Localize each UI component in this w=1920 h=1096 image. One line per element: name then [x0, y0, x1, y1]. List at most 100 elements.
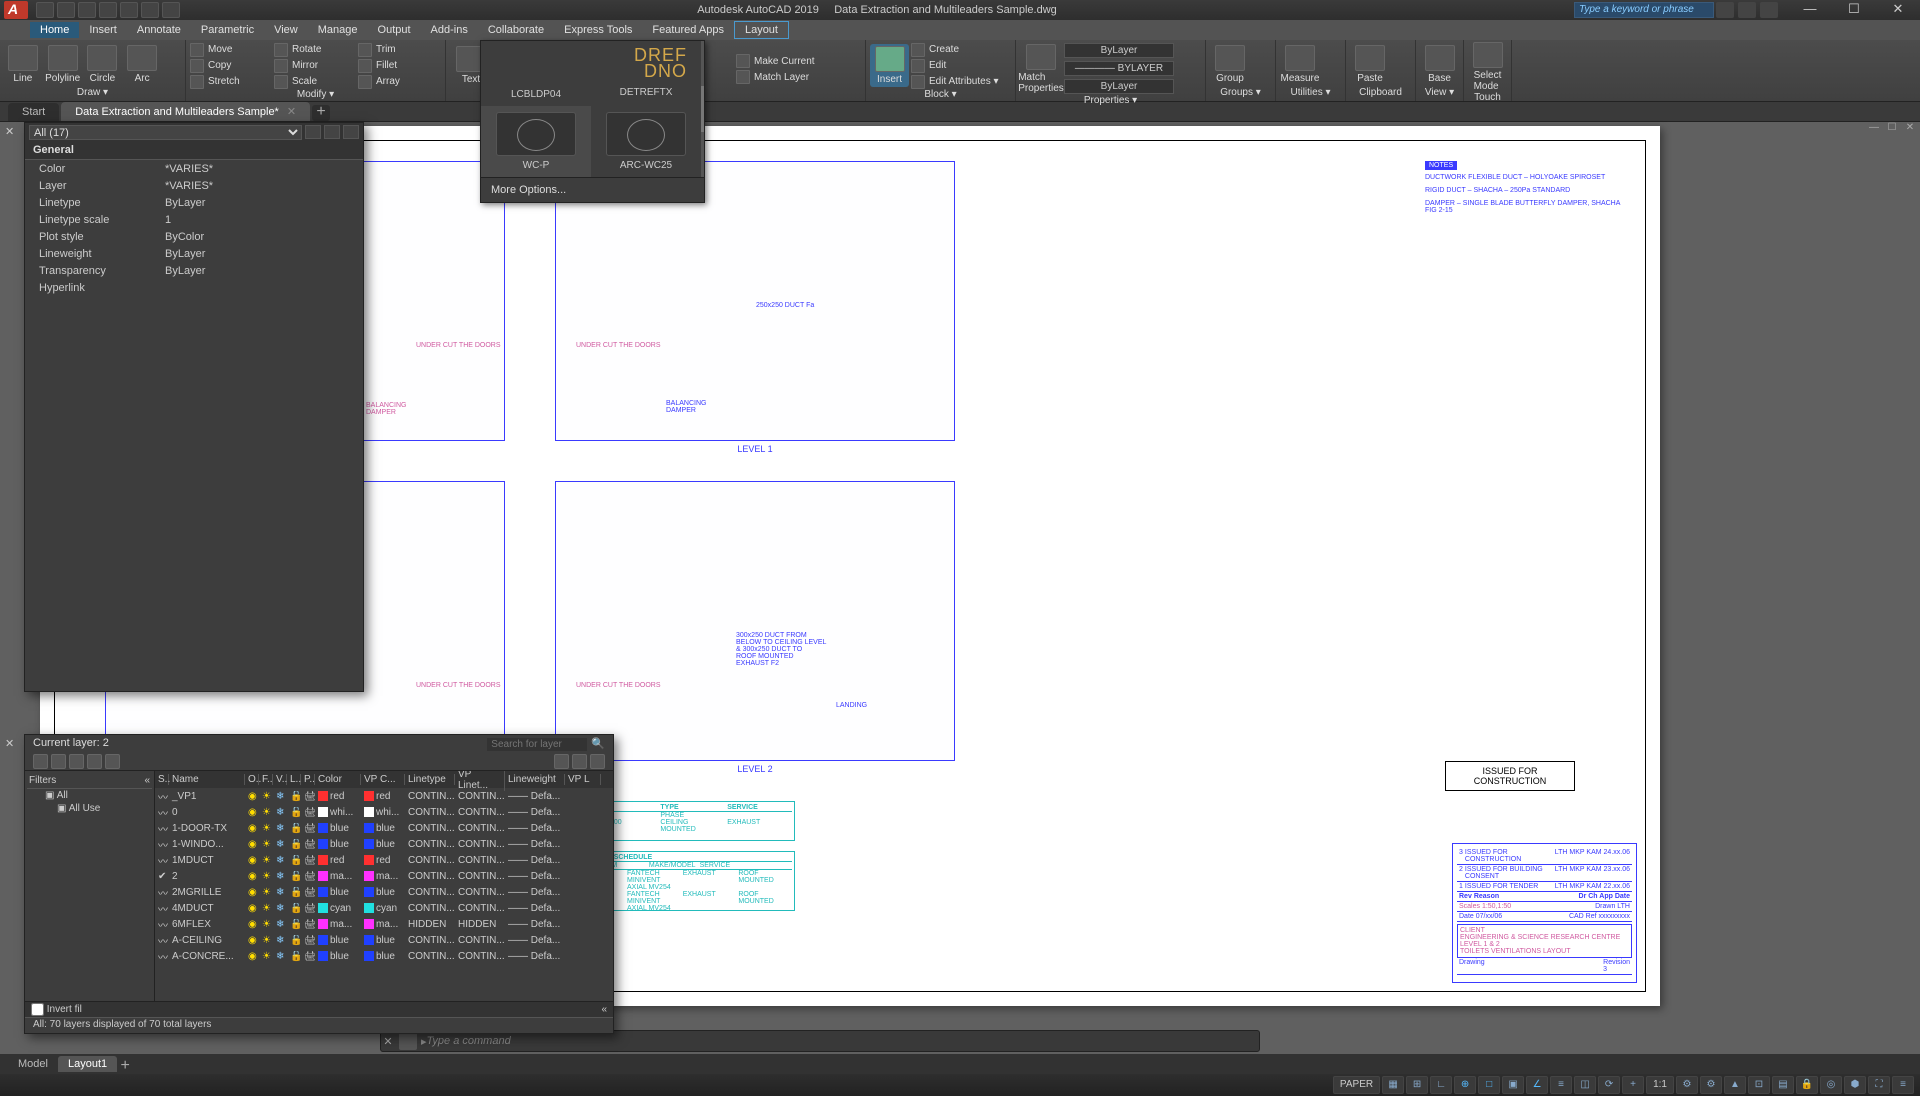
layer-on-icon[interactable]: ◉: [245, 951, 259, 962]
qat-plot-icon[interactable]: [120, 2, 138, 18]
layer-vpfreeze-icon[interactable]: ❄: [273, 823, 287, 834]
vc-max-icon[interactable]: ☐: [1884, 122, 1900, 136]
layer-col-header[interactable]: Lineweight: [505, 774, 565, 785]
layer-on-icon[interactable]: ◉: [245, 935, 259, 946]
layer-lock-icon[interactable]: 🔓: [287, 935, 301, 946]
tab-manage[interactable]: Manage: [308, 22, 368, 38]
qat-undo-icon[interactable]: [141, 2, 159, 18]
layer-col-header[interactable]: Name: [169, 774, 245, 785]
layer-lineweight[interactable]: —— Defa...: [505, 903, 565, 914]
transparency-icon[interactable]: ◫: [1574, 1076, 1596, 1094]
layer-lineweight[interactable]: —— Defa...: [505, 871, 565, 882]
layer-row[interactable]: 〰4MDUCT◉☀❄🔓🖨cyancyanCONTIN...CONTIN...——…: [155, 900, 613, 916]
layer-vpcolor[interactable]: ma...: [361, 871, 405, 882]
layer-lineweight[interactable]: —— Defa...: [505, 823, 565, 834]
layer-lineweight[interactable]: —— Defa...: [505, 839, 565, 850]
layer-lineweight[interactable]: —— Defa...: [505, 807, 565, 818]
property-value[interactable]: ByColor: [165, 231, 363, 243]
layer-lock-icon[interactable]: 🔓: [287, 791, 301, 802]
layer-color[interactable]: blue: [315, 887, 361, 898]
layer-lineweight[interactable]: —— Defa...: [505, 887, 565, 898]
panel-label-properties[interactable]: Properties ▾: [1020, 95, 1201, 106]
layer-lock-icon[interactable]: 🔓: [287, 871, 301, 882]
layer-lock-icon[interactable]: 🔓: [287, 919, 301, 930]
close-tab-icon[interactable]: ✕: [287, 106, 296, 118]
layer-vpcolor[interactable]: blue: [361, 951, 405, 962]
file-tab[interactable]: Data Extraction and Multileaders Sample*…: [61, 102, 310, 121]
pickadd-icon[interactable]: [324, 125, 340, 139]
layer-plot-icon[interactable]: 🖨: [301, 839, 315, 850]
layer-on-icon[interactable]: ◉: [245, 807, 259, 818]
help-icon[interactable]: [1760, 2, 1778, 18]
qat-redo-icon[interactable]: [162, 2, 180, 18]
app-logo[interactable]: [4, 1, 28, 19]
layer-plot-icon[interactable]: 🖨: [301, 871, 315, 882]
grid-icon[interactable]: ▦: [1382, 1076, 1404, 1094]
tab-output[interactable]: Output: [368, 22, 421, 38]
hwaccel-icon[interactable]: ⬢: [1844, 1076, 1866, 1094]
layer-col-header[interactable]: V..: [273, 774, 287, 785]
tab-view[interactable]: View: [264, 22, 308, 38]
insert-button[interactable]: Insert: [870, 44, 909, 87]
layer-vpfreeze-icon[interactable]: ❄: [273, 839, 287, 850]
layer-plot-icon[interactable]: 🖨: [301, 823, 315, 834]
tab-collaborate[interactable]: Collaborate: [478, 22, 554, 38]
layer-lineweight[interactable]: —— Defa...: [505, 919, 565, 930]
layer-color[interactable]: blue: [315, 839, 361, 850]
match-layer-button[interactable]: Match Layer: [736, 70, 846, 85]
layer-col-header[interactable]: VP L: [565, 774, 601, 785]
layer-plot-icon[interactable]: 🖨: [301, 791, 315, 802]
layer-freeze-icon[interactable]: ☀: [259, 919, 273, 930]
property-row[interactable]: Color*VARIES*: [25, 160, 363, 177]
layer-vpfreeze-icon[interactable]: ❄: [273, 807, 287, 818]
panel-label-groups[interactable]: Groups ▾: [1210, 87, 1271, 101]
panel-label-utilities[interactable]: Utilities ▾: [1280, 87, 1341, 101]
panel-label-clipboard[interactable]: Clipboard: [1350, 87, 1411, 101]
layer-on-icon[interactable]: ◉: [245, 839, 259, 850]
layer-col-header[interactable]: Color: [315, 774, 361, 785]
filters-collapse-icon[interactable]: «: [144, 775, 150, 786]
property-value[interactable]: *VARIES*: [165, 163, 363, 175]
paste-button[interactable]: Paste: [1350, 45, 1390, 84]
layer-on-icon[interactable]: ◉: [245, 871, 259, 882]
layer-vpfreeze-icon[interactable]: ❄: [273, 903, 287, 914]
layer-row[interactable]: 〰1-WINDO...◉☀❄🔓🖨blueblueCONTIN...CONTIN.…: [155, 836, 613, 852]
lineweight-display-icon[interactable]: ≡: [1550, 1076, 1572, 1094]
layer-freeze-icon[interactable]: ☀: [259, 791, 273, 802]
property-value[interactable]: ByLayer: [165, 197, 363, 209]
layer-name[interactable]: 2: [169, 871, 245, 882]
quickprops-icon[interactable]: ▤: [1772, 1076, 1794, 1094]
measure-button[interactable]: Measure: [1280, 45, 1320, 84]
layer-search-input[interactable]: [487, 738, 587, 751]
units-icon[interactable]: ⊡: [1748, 1076, 1770, 1094]
circle-button[interactable]: Circle: [84, 45, 122, 84]
gallery-scrollbar[interactable]: [701, 41, 704, 177]
copy-button[interactable]: Copy: [190, 58, 268, 73]
dyninput-icon[interactable]: +: [1622, 1076, 1644, 1094]
annotation-monitor-icon[interactable]: ▲: [1724, 1076, 1746, 1094]
layer-vpcolor[interactable]: red: [361, 855, 405, 866]
signin-icon[interactable]: [1716, 2, 1734, 18]
layer-name[interactable]: 1-WINDO...: [169, 839, 245, 850]
panel-label-view[interactable]: View ▾: [1420, 87, 1459, 101]
layer-color[interactable]: red: [315, 855, 361, 866]
properties-close-icon[interactable]: ✕: [5, 125, 14, 138]
layout-tab-model[interactable]: Model: [8, 1056, 58, 1072]
tab-add-ins[interactable]: Add-ins: [421, 22, 478, 38]
layer-vplinetype[interactable]: CONTIN...: [455, 807, 505, 818]
delete-layer-icon[interactable]: [69, 754, 84, 769]
layer-linetype[interactable]: CONTIN...: [405, 935, 455, 946]
property-value[interactable]: 1: [165, 214, 363, 226]
layer-row[interactable]: 〰_VP1◉☀❄🔓🖨redredCONTIN...CONTIN...—— Def…: [155, 788, 613, 804]
layer-color[interactable]: blue: [315, 823, 361, 834]
layer-col-header[interactable]: L..: [287, 774, 301, 785]
selection-cycling-icon[interactable]: ⟳: [1598, 1076, 1620, 1094]
property-row[interactable]: Linetype scale1: [25, 211, 363, 228]
panel-label-modify[interactable]: Modify ▾: [190, 89, 441, 101]
layer-lock-icon[interactable]: 🔓: [287, 823, 301, 834]
trim-button[interactable]: Trim: [358, 42, 436, 57]
layer-name[interactable]: _VP1: [169, 791, 245, 802]
property-value[interactable]: ByLayer: [165, 248, 363, 260]
layer-on-icon[interactable]: ◉: [245, 823, 259, 834]
layer-freeze-icon[interactable]: ☀: [259, 903, 273, 914]
